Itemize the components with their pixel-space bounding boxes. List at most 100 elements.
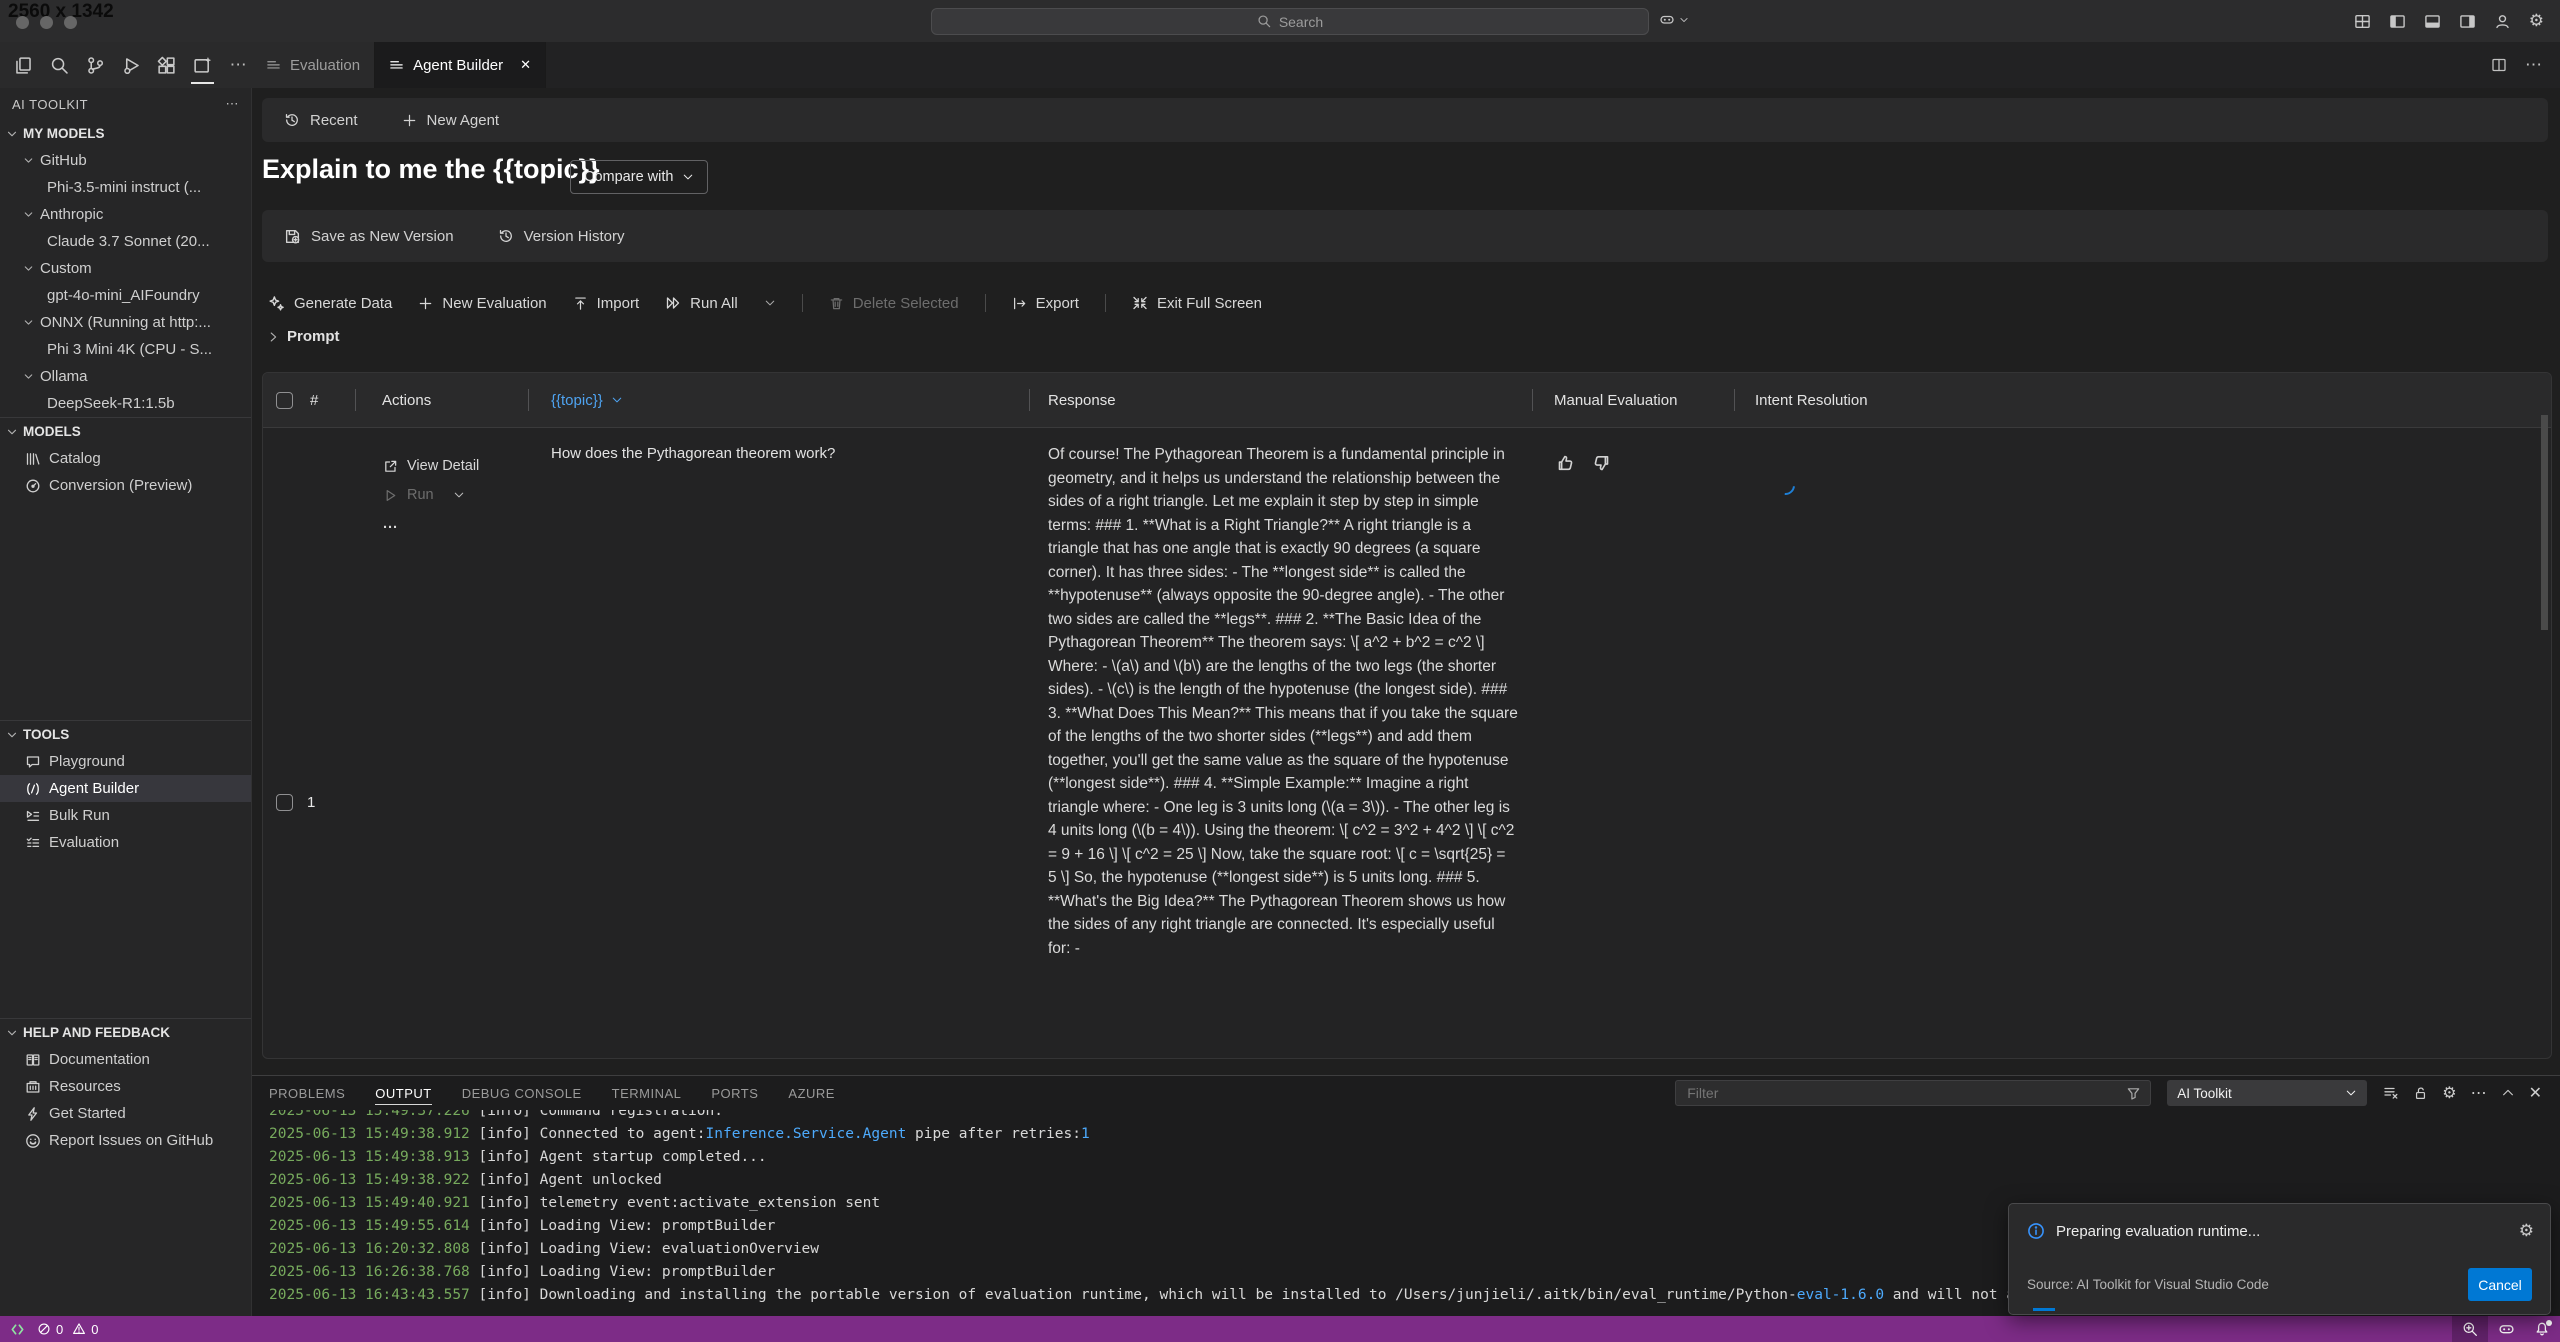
compare-with-button[interactable]: Compare with (570, 160, 708, 194)
section-models[interactable]: MODELS (0, 417, 251, 445)
sidebar-more-icon[interactable]: ⋯ (226, 96, 240, 112)
select-all-checkbox[interactable] (276, 392, 293, 409)
run-all-button[interactable]: Run All (665, 295, 738, 312)
zoom-indicator[interactable] (2452, 1316, 2488, 1342)
run-debug-icon[interactable] (117, 45, 145, 85)
tab-evaluation[interactable]: Evaluation (252, 42, 375, 88)
model-item[interactable]: Phi-3.5-mini instruct (... (0, 174, 251, 201)
header-topic[interactable]: {{topic}} (528, 373, 1029, 427)
panel-tab-terminal[interactable]: TERMINAL (612, 1076, 682, 1110)
search-sidebar-icon[interactable] (46, 45, 74, 85)
group-ollama[interactable]: Ollama (0, 363, 251, 390)
notification-gear-icon[interactable]: ⚙ (2519, 1221, 2534, 1241)
row-more-button[interactable]: ... (383, 516, 528, 532)
sidebar-item-conversion[interactable]: Conversion (Preview) (0, 472, 251, 499)
thumbs-up-icon[interactable] (1556, 453, 1576, 473)
remote-indicator-icon[interactable] (10, 1322, 25, 1337)
section-help[interactable]: HELP AND FEEDBACK (0, 1018, 251, 1046)
editor-more-icon[interactable]: ⋯ (2525, 55, 2542, 75)
group-github[interactable]: GitHub (0, 147, 251, 174)
table-scrollbar-thumb[interactable] (2541, 415, 2548, 630)
model-item[interactable]: Phi 3 Mini 4K (CPU - S... (0, 336, 251, 363)
chevron-down-icon (5, 127, 19, 141)
sidebar-item-catalog[interactable]: Catalog (0, 445, 251, 472)
group-custom[interactable]: Custom (0, 255, 251, 282)
copilot-icon (1659, 12, 1675, 28)
output-channel-select[interactable]: AI Toolkit (2167, 1080, 2367, 1106)
new-agent-button[interactable]: New Agent (402, 112, 500, 129)
gear-icon[interactable]: ⚙ (2442, 1083, 2456, 1103)
chevron-down-icon[interactable] (453, 489, 465, 501)
sidebar-item-evaluation[interactable]: Evaluation (0, 829, 251, 856)
notifications-bell-icon[interactable] (2524, 1316, 2560, 1342)
group-anthropic[interactable]: Anthropic (0, 201, 251, 228)
panel-tab-debug-console[interactable]: DEBUG CONSOLE (462, 1076, 582, 1110)
model-item[interactable]: gpt-4o-mini_AIFoundry (0, 282, 251, 309)
filter-icon (2126, 1086, 2141, 1101)
new-evaluation-button[interactable]: New Evaluation (418, 295, 546, 312)
toggle-panel-icon[interactable] (2424, 13, 2441, 30)
generate-data-button[interactable]: Generate Data (268, 295, 392, 312)
group-onnx[interactable]: ONNX (Running at http:... (0, 309, 251, 336)
toggle-sidebar-left-icon[interactable] (2389, 13, 2406, 30)
thumbs-down-icon[interactable] (1591, 453, 1611, 473)
window-minimize-button[interactable] (40, 16, 53, 29)
window-maximize-button[interactable] (64, 16, 77, 29)
settings-gear-icon[interactable]: ⚙ (2529, 11, 2544, 31)
problems-indicator[interactable]: 0 0 (37, 1322, 98, 1337)
view-detail-button[interactable]: View Detail (383, 458, 528, 474)
export-button[interactable]: Export (1012, 295, 1079, 312)
section-tools[interactable]: TOOLS (0, 720, 251, 748)
save-icon (284, 228, 301, 245)
sidebar-item-agent-builder[interactable]: Agent Builder (0, 775, 251, 802)
ai-toolkit-icon[interactable] (189, 45, 217, 85)
run-all-dropdown-icon[interactable] (764, 297, 776, 309)
window-close-button[interactable] (16, 16, 29, 29)
model-item[interactable]: DeepSeek-R1:1.5b (0, 390, 251, 417)
run-row-button[interactable]: Run (383, 487, 528, 503)
panel-tab-problems[interactable]: PROBLEMS (269, 1076, 345, 1110)
exit-full-screen-button[interactable]: Exit Full Screen (1132, 295, 1262, 312)
prompt-section-toggle[interactable]: Prompt (266, 328, 340, 345)
command-center-search[interactable]: Search (931, 8, 1649, 35)
sidebar-item-report-issues[interactable]: Report Issues on GitHub (0, 1127, 251, 1154)
recent-button[interactable]: Recent (284, 112, 358, 129)
explorer-icon[interactable] (10, 45, 38, 85)
delete-selected-button[interactable]: Delete Selected (829, 295, 959, 312)
tab-close-icon[interactable]: ✕ (520, 57, 531, 73)
activity-more-icon[interactable]: ⋯ (224, 45, 252, 85)
panel-tab-output[interactable]: OUTPUT (375, 1076, 431, 1110)
notification-progress-bar (2033, 1308, 2055, 1311)
cancel-button[interactable]: Cancel (2468, 1268, 2532, 1301)
panel-tab-azure[interactable]: AZURE (788, 1076, 835, 1110)
sidebar-item-bulk-run[interactable]: Bulk Run (0, 802, 251, 829)
import-button[interactable]: Import (573, 295, 640, 312)
filter-input[interactable] (1685, 1084, 2126, 1102)
tab-agent-builder[interactable]: Agent Builder ✕ (375, 42, 546, 88)
extensions-icon[interactable] (153, 45, 181, 85)
clear-output-icon[interactable] (2383, 1085, 2399, 1101)
sidebar-item-documentation[interactable]: Documentation (0, 1046, 251, 1073)
panel-more-icon[interactable]: ⋯ (2471, 1083, 2487, 1103)
output-filter[interactable] (1675, 1080, 2151, 1106)
copilot-status-icon[interactable] (2488, 1316, 2524, 1342)
panel-tab-ports[interactable]: PORTS (711, 1076, 758, 1110)
source-control-icon[interactable] (81, 45, 109, 85)
split-editor-icon[interactable] (2491, 57, 2507, 73)
version-history-button[interactable]: Version History (498, 228, 625, 245)
copilot-menu[interactable] (1659, 12, 1689, 28)
lightning-icon (25, 1106, 41, 1122)
maximize-panel-icon[interactable] (2501, 1086, 2515, 1100)
sidebar-item-get-started[interactable]: Get Started (0, 1100, 251, 1127)
account-icon[interactable] (2494, 13, 2511, 30)
model-item[interactable]: Claude 3.7 Sonnet (20... (0, 228, 251, 255)
row-checkbox[interactable] (276, 794, 293, 811)
lock-icon[interactable] (2413, 1086, 2428, 1101)
editor-layout-icon[interactable] (2354, 13, 2371, 30)
sidebar-item-resources[interactable]: Resources (0, 1073, 251, 1100)
sidebar-item-playground[interactable]: Playground (0, 748, 251, 775)
toggle-sidebar-right-icon[interactable] (2459, 13, 2476, 30)
section-my-models[interactable]: MY MODELS (0, 120, 251, 147)
close-panel-icon[interactable]: ✕ (2529, 1083, 2542, 1103)
save-as-new-version-button[interactable]: Save as New Version (284, 228, 454, 245)
